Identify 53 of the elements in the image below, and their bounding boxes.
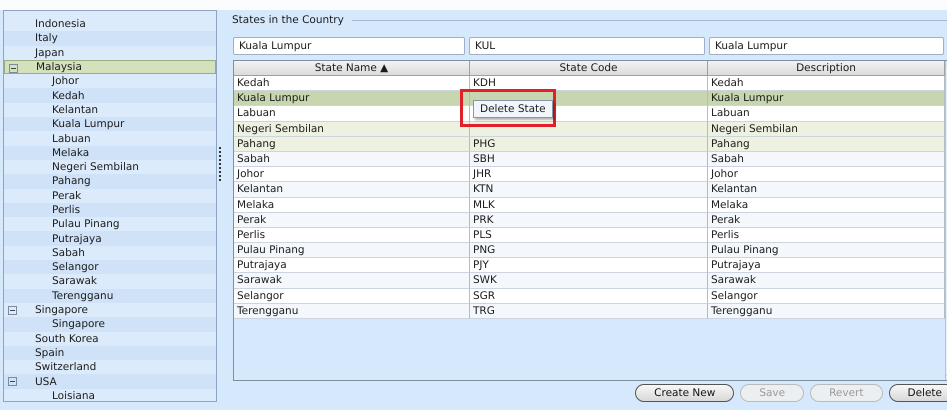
tree-item[interactable]: Labuan (4, 131, 216, 146)
filter-field[interactable]: Kuala Lumpur (233, 37, 465, 55)
table-cell: Terengganu (708, 304, 945, 319)
tree-item[interactable]: Putrajaya (4, 231, 216, 246)
table-row[interactable]: Terengganu TRG Terengganu (234, 304, 945, 319)
tree-item[interactable]: Johor (4, 74, 216, 88)
tree-item[interactable]: Japan (4, 46, 216, 60)
table-row[interactable]: Kedah KDH Kedah (234, 76, 945, 92)
tree-item[interactable]: Italy (4, 31, 216, 46)
tree-item[interactable]: Perlis (4, 202, 216, 218)
tree-item[interactable]: Kuala Lumpur (4, 117, 216, 132)
collapse-icon[interactable] (8, 306, 17, 315)
table-row[interactable]: Negeri Sembilan Negeri Sembilan (234, 122, 945, 137)
tree-item[interactable]: Terengganu (4, 288, 216, 303)
tree-item[interactable]: Sabah (4, 246, 216, 260)
tree-item[interactable]: Pulau Pinang (4, 217, 216, 232)
collapse-icon[interactable] (8, 377, 17, 386)
action-button[interactable]: Delete (888, 384, 947, 402)
table-row[interactable]: Pahang PHG Pahang (234, 136, 945, 152)
table-row[interactable]: Sarawak SWK Sarawak (234, 273, 945, 289)
tree-item[interactable]: Kelantan (4, 102, 216, 118)
table-row[interactable]: Melaka MLK Melaka (234, 198, 945, 213)
tree-item[interactable]: Kedah (4, 88, 216, 103)
table-row[interactable]: Sabah SBH Sabah (234, 152, 945, 168)
table-cell: TRG (470, 304, 708, 319)
tree-item[interactable]: Singapore (4, 302, 216, 318)
tree-item[interactable]: Loisiana (4, 388, 216, 401)
tree-item[interactable]: USA (4, 374, 216, 389)
table-row[interactable]: Selangor SGR Selangor (234, 288, 945, 304)
tree-item[interactable]: Indonesia (4, 17, 216, 32)
table-row[interactable]: Putrajaya PJY Putrajaya (234, 258, 945, 274)
table-cell: Terengganu (234, 304, 470, 319)
table-row[interactable]: Pulau Pinang PNG Pulau Pinang (234, 243, 945, 258)
table-row[interactable]: Perak PRK Perak (234, 212, 945, 228)
tree-item[interactable]: Negeri Sembilan (4, 160, 216, 174)
tree-item[interactable]: Selangor (4, 260, 216, 274)
collapse-icon[interactable] (9, 64, 18, 73)
table-row[interactable]: Kelantan KTN Kelantan (234, 182, 945, 198)
table-row[interactable]: Perlis PLS Perlis (234, 228, 945, 244)
action-button[interactable]: Create New (635, 384, 734, 402)
tree-item[interactable]: Malaysia (4, 60, 216, 74)
tree-item[interactable]: Switzerland (4, 360, 216, 374)
table-row[interactable]: Johor JHR Johor (234, 167, 945, 182)
tree-item[interactable]: Perak (4, 188, 216, 203)
tree-item[interactable]: Sarawak (4, 274, 216, 289)
tree-item[interactable]: Singapore (4, 317, 216, 332)
tree-item[interactable]: Spain (4, 346, 216, 360)
filter-field[interactable]: KUL (469, 37, 705, 55)
tree-item[interactable]: Melaka (4, 146, 216, 160)
tree-item[interactable]: Pahang (4, 174, 216, 189)
filter-field[interactable]: Kuala Lumpur (709, 37, 944, 55)
tree-item[interactable]: South Korea (4, 332, 216, 346)
group-title: States in the Country (232, 14, 344, 26)
